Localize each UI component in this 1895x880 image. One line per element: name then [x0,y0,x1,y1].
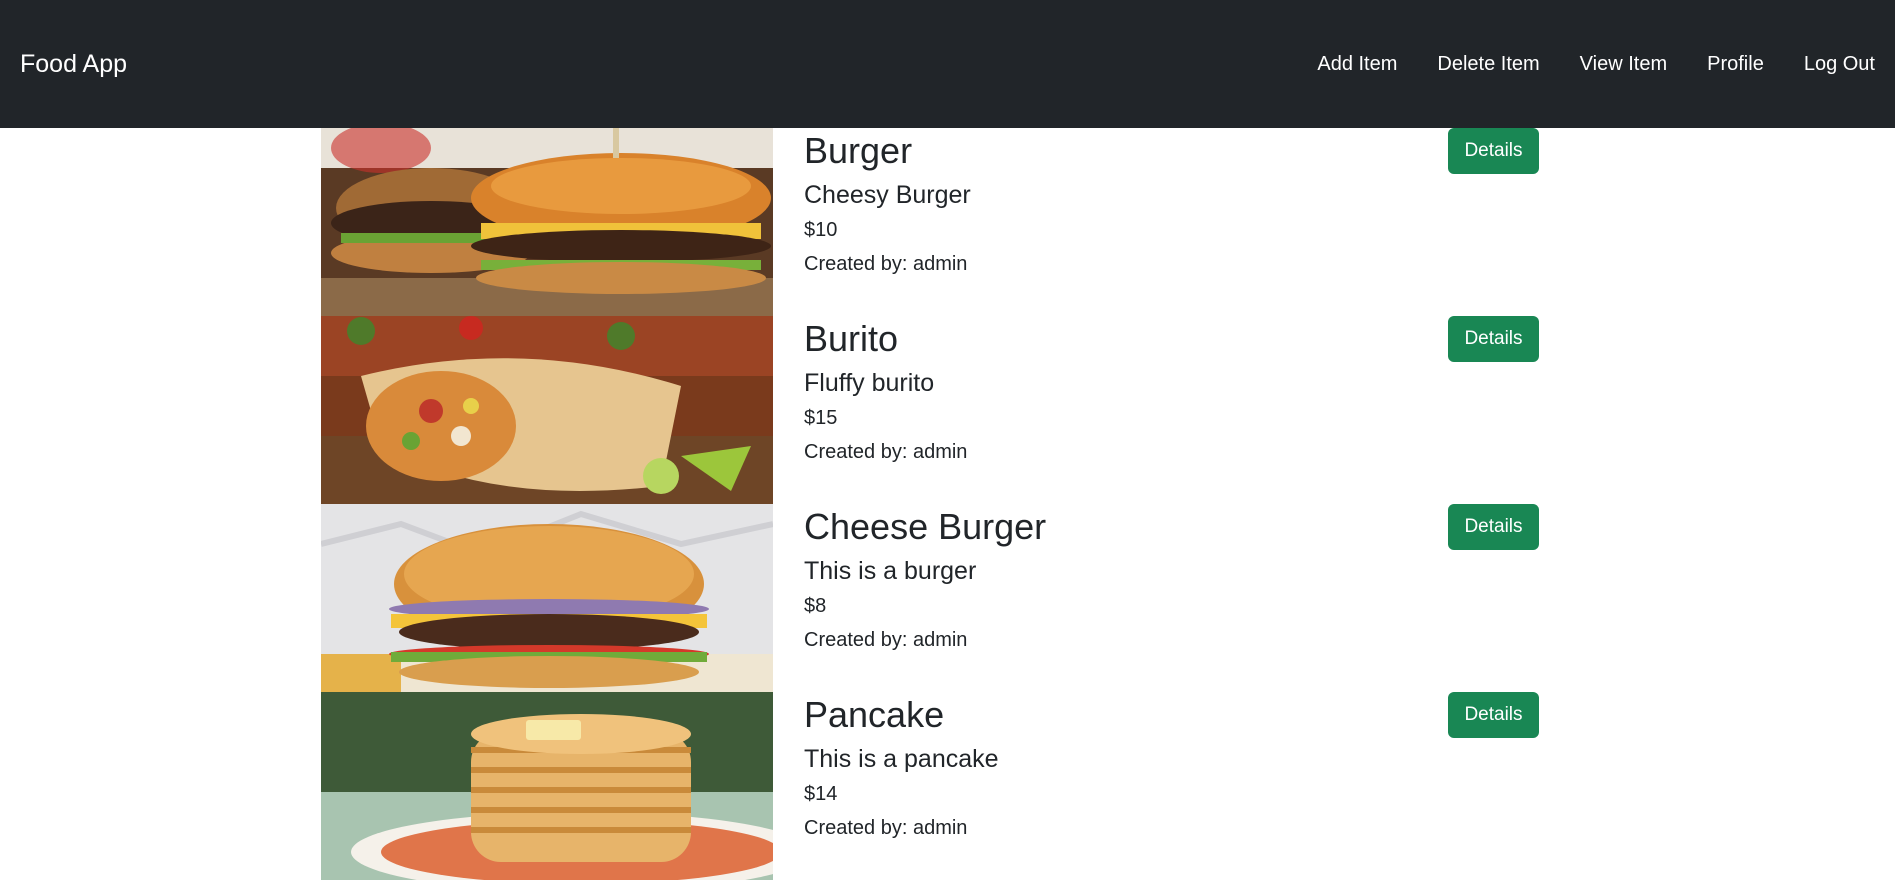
food-item-card: Pancake This is a pancake $14 Created by… [321,692,1539,880]
item-title: Cheese Burger [804,506,1047,547]
nav-view-item[interactable]: View Item [1580,53,1667,76]
food-item-card: Burito Fluffy burito $15 Created by: adm… [321,316,1539,504]
nav-add-item[interactable]: Add Item [1317,53,1397,76]
item-description: Cheesy Burger [804,181,971,209]
item-title: Burito [804,318,899,359]
item-created-by: Created by: admin [804,817,968,839]
details-button[interactable]: Details [1448,504,1539,550]
pancake-photo [321,692,773,880]
brand-link[interactable]: Food App [20,50,127,79]
details-button[interactable]: Details [1448,128,1539,174]
item-price: $15 [804,407,838,429]
burrito-photo [321,316,773,504]
details-button[interactable]: Details [1448,316,1539,362]
food-item-info: Cheese Burger This is a burger $8 Create… [804,504,1046,652]
food-item-info: Pancake This is a pancake $14 Created by… [804,692,999,840]
nav-delete-item[interactable]: Delete Item [1437,53,1539,76]
cheeseburger-photo [321,504,773,692]
item-created-by: Created by: admin [804,441,968,463]
item-description: This is a pancake [804,745,999,773]
item-title: Pancake [804,694,945,735]
item-price: $8 [804,595,827,617]
navbar: Food App Add Item Delete Item View Item … [0,0,1895,128]
food-item-info: Burger Cheesy Burger $10 Created by: adm… [804,128,971,276]
item-price: $14 [804,783,838,805]
item-created-by: Created by: admin [804,629,968,651]
item-description: Fluffy burito [804,369,935,397]
burger-photo [321,128,773,316]
item-title: Burger [804,130,913,171]
item-description: This is a burger [804,557,977,585]
nav-links: Add Item Delete Item View Item Profile L… [1277,53,1875,76]
food-item-card: Burger Cheesy Burger $10 Created by: adm… [321,128,1539,316]
nav-log-out[interactable]: Log Out [1804,53,1875,76]
food-item-info: Burito Fluffy burito $15 Created by: adm… [804,316,967,464]
nav-profile[interactable]: Profile [1707,53,1764,76]
item-price: $10 [804,219,838,241]
food-item-card: Cheese Burger This is a burger $8 Create… [321,504,1539,692]
item-created-by: Created by: admin [804,253,968,275]
details-button[interactable]: Details [1448,692,1539,738]
food-item-list: Burger Cheesy Burger $10 Created by: adm… [321,128,1539,880]
